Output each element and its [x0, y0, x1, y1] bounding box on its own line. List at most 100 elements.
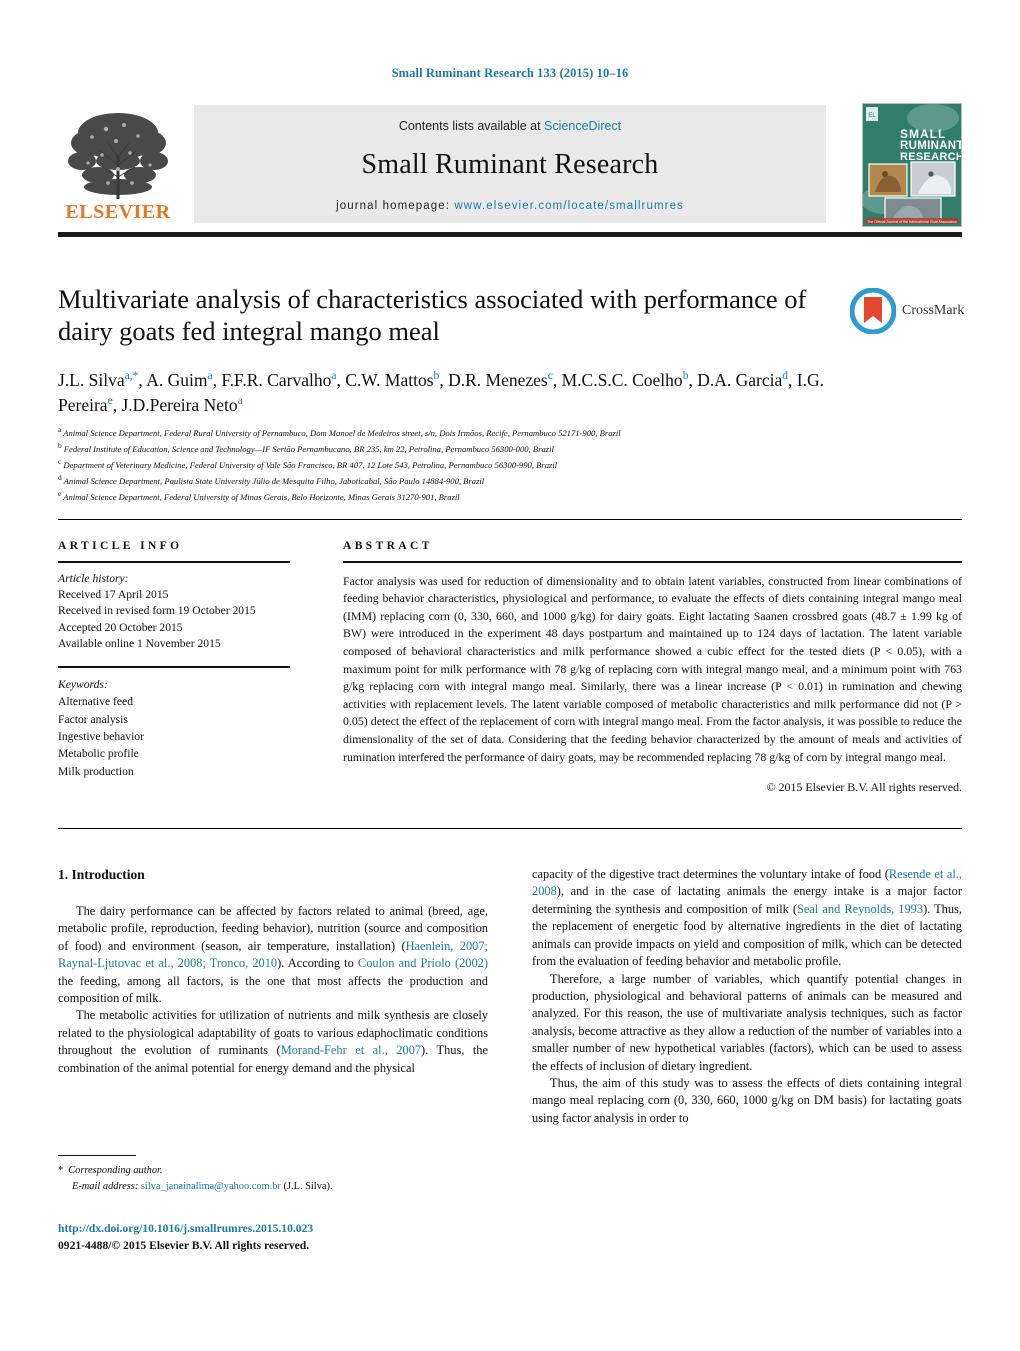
keyword-item: Ingestive behavior [58, 730, 144, 744]
body-column-left: 1. Introduction The dairy performance ca… [58, 866, 488, 1077]
email-link[interactable]: silva_janainalima@yahoo.com.br [141, 1181, 281, 1192]
corresponding-author-footnote: * Corresponding author. E-mail address: s… [58, 1163, 488, 1194]
masthead-divider [58, 232, 962, 237]
author-name: M.C.S.C. Coelho [561, 370, 683, 390]
article-history-item: Accepted 20 October 2015 [58, 620, 183, 634]
elsevier-tree-icon [68, 113, 168, 199]
cover-artwork-icon: EL SMALL RUMINANT RESEARCH The Official … [863, 104, 961, 226]
corresponding-marker: * [58, 1165, 64, 1176]
body-paragraph: capacity of the digestive tract determin… [532, 867, 962, 969]
author-name: D.A. Garcia [697, 370, 783, 390]
elsevier-logo: ELSEVIER [58, 103, 178, 225]
article-info-heading: ARTICLE INFO [58, 540, 183, 552]
article-history: Article history: Received 17 April 2015 Re… [58, 571, 290, 653]
body-paragraph: The dairy performance can be affected by… [58, 903, 488, 1006]
abstract-column: ABSTRACT Factor analysis was used for re… [343, 540, 962, 795]
abstract-copyright: © 2015 Elsevier B.V. All rights reserved… [766, 780, 962, 795]
citation-link[interactable]: Coulon and Priolo (2002) [358, 956, 488, 970]
intro-left-paragraphs: The dairy performance can be affected by… [58, 903, 488, 1077]
author-affiliation-marker: a [331, 370, 337, 383]
citation-link[interactable]: Resende et al., 2008 [532, 867, 962, 898]
abstract-bottom-divider [58, 828, 962, 829]
page-footer: http://dx.doi.org/10.1016/j.smallrumres.… [58, 1221, 538, 1255]
article-info-column: ARTICLE INFO Article history: Received 17… [58, 540, 290, 780]
email-line: E-mail address: silva_janainalima@yahoo.… [58, 1179, 488, 1195]
elsevier-wordmark: ELSEVIER [65, 201, 171, 223]
abstract-body: Factor analysis was used for reduction o… [343, 573, 962, 764]
body-paragraph: Therefore, a large number of variables, … [532, 971, 962, 1073]
article-history-label: Article history: [58, 571, 129, 585]
affiliation-item: b Federal Institute of Education, Scienc… [58, 440, 554, 454]
article-info-rule [58, 561, 290, 563]
crossmark-icon [850, 288, 896, 334]
svg-text:The Official Journal of the In: The Official Journal of the Internationa… [867, 220, 957, 224]
article-history-item: Received 17 April 2015 [58, 587, 169, 601]
footnote-divider [58, 1155, 136, 1157]
journal-cover-thumbnail: EL SMALL RUMINANT RESEARCH The Official … [862, 103, 962, 227]
masthead-center-panel: Contents lists available at ScienceDirec… [194, 105, 826, 223]
author-affiliation-marker: b [433, 370, 440, 383]
keywords-rule [58, 666, 290, 668]
author-affiliation-marker: a,* [124, 370, 139, 383]
svg-text:SMALL: SMALL [900, 127, 946, 141]
affiliation-item: c Department of Veterinary Medicine, Fed… [58, 456, 558, 470]
article-history-item: Received in revised form 19 October 2015 [58, 604, 256, 618]
author-name: A. Guim [146, 370, 208, 390]
author-name: C.W. Mattos [345, 370, 434, 390]
author-affiliation-marker: d [782, 370, 789, 383]
affiliation-marker: e [58, 488, 62, 498]
issn-copyright-line: 0921-4488/© 2015 Elsevier B.V. All right… [58, 1238, 310, 1252]
contents-prefix: Contents lists available at [398, 119, 545, 133]
author-name: J.D.Pereira Neto [121, 394, 238, 415]
corresponding-label: Corresponding author. [68, 1165, 163, 1176]
body-paragraph: The metabolic activities for utilization… [58, 1008, 488, 1075]
affiliation-marker: c [58, 456, 62, 466]
keyword-item: Milk production [58, 764, 134, 778]
abstract-rule [343, 561, 962, 563]
crossmark-badge[interactable]: CrossMark [850, 282, 965, 344]
author-affiliation-marker: c [547, 370, 553, 383]
email-label: E-mail address: [72, 1180, 139, 1192]
affiliation-item: a Animal Science Department, Federal Rur… [58, 425, 621, 438]
abstract-heading: ABSTRACT [343, 540, 433, 552]
author-name: D.R. Menezes [448, 370, 548, 390]
page-title: Multivariate analysis of characteristics… [58, 284, 807, 347]
abstract-top-divider [58, 519, 962, 520]
corresponding-author-line: * Corresponding author. [58, 1163, 488, 1179]
svg-text:RESEARCH: RESEARCH [900, 151, 961, 163]
crossmark-label: CrossMark [902, 303, 965, 318]
affiliation-marker: a [58, 425, 62, 434]
keyword-item: Alternative feed [58, 695, 133, 709]
citation-link[interactable]: Morand-Fehr et al., 2007 [281, 1043, 421, 1057]
keywords-label: Keywords: [58, 677, 108, 691]
journal-title: Small Ruminant Research [361, 149, 659, 180]
author-affiliation-marker: a [207, 370, 213, 383]
citation-link[interactable]: Seal and Reynolds, 1993 [797, 902, 923, 916]
author-affiliation-marker: e [107, 395, 113, 408]
author-list: J.L. Silvaa,*, A. Guima, F.F.R. Carvalho… [58, 370, 824, 415]
running-head: Small Ruminant Research 133 (2015) 10–16 [391, 66, 629, 80]
homepage-prefix: journal homepage: [336, 200, 455, 212]
doi-link[interactable]: http://dx.doi.org/10.1016/j.smallrumres.… [58, 1221, 538, 1238]
affiliation-marker: d [58, 472, 62, 482]
author-name: J.L. Silva [58, 370, 125, 390]
email-owner: (J.L. Silva). [283, 1180, 333, 1192]
journal-masthead: ELSEVIER Contents lists available at Sci… [58, 103, 962, 227]
affiliation-item: e Animal Science Department, Federal Uni… [58, 488, 460, 502]
article-page: Small Ruminant Research 133 (2015) 10–16 [0, 0, 1020, 1351]
section-heading-introduction: 1. Introduction [58, 867, 145, 882]
svg-text:EL: EL [868, 113, 876, 119]
author-name: F.F.R. Carvalho [221, 370, 332, 390]
body-column-right: capacity of the digestive tract determin… [532, 866, 962, 1127]
journal-homepage-link[interactable]: www.elsevier.com/locate/smallrumres [454, 200, 684, 212]
article-history-item: Available online 1 November 2015 [58, 636, 221, 650]
author-affiliation-marker: a [237, 395, 243, 408]
author-affiliation-marker: b [682, 370, 689, 383]
keyword-item: Factor analysis [58, 712, 128, 726]
journal-homepage-line: journal homepage: www.elsevier.com/locat… [194, 200, 826, 212]
intro-right-paragraphs: capacity of the digestive tract determin… [532, 866, 962, 1127]
keywords-block: Keywords: Alternative feed Factor analysis… [58, 676, 290, 780]
affiliation-item: d Animal Science Department, Paulista St… [58, 472, 485, 486]
sciencedirect-link[interactable]: ScienceDirect [544, 119, 621, 133]
keyword-item: Metabolic profile [58, 747, 139, 761]
